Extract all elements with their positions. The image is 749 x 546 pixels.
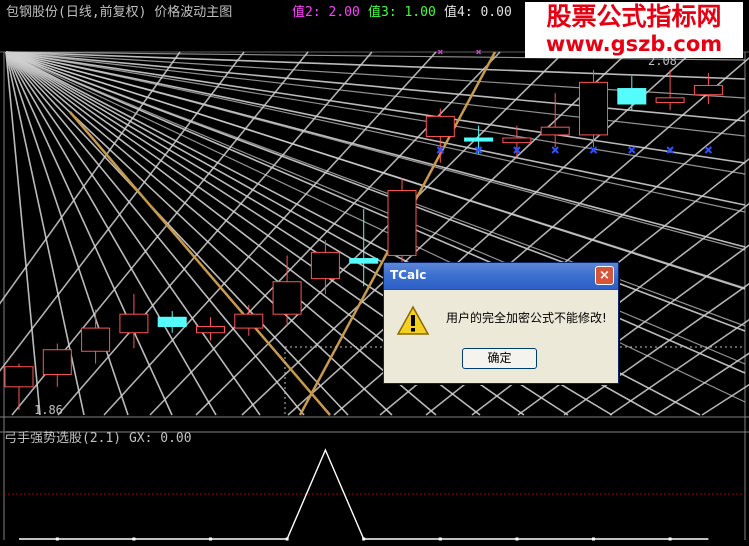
price-chart: 2.08 1.86 <box>0 49 749 541</box>
signal-point <box>438 537 442 541</box>
value4-readout: 值4: 0.00 <box>444 5 512 20</box>
app-window: 2.08 1.86 包钢股份(日线,前复权) 价格波动主图 值2: 2.00 值… <box>0 0 749 546</box>
tcalc-dialog: TCalc × 用户的完全加密公式不能修改! 确定 <box>383 262 619 384</box>
candle-body-up <box>42 349 72 375</box>
signal-point <box>132 537 136 541</box>
value3-readout: 值3: 1.00 <box>368 5 436 20</box>
candle-body-up <box>234 313 264 329</box>
candle-body-up <box>655 97 685 103</box>
gann-fan-grid <box>0 51 749 540</box>
candle-body-up <box>502 137 532 144</box>
chart-title: 包钢股份(日线,前复权) 价格波动主图 <box>6 5 233 20</box>
candle-body-down <box>349 258 379 264</box>
signal-point <box>285 537 289 541</box>
dialog-message: 用户的完全加密公式不能修改! <box>446 311 607 325</box>
signal-point <box>362 537 366 541</box>
signal-point <box>209 537 212 541</box>
signal-point <box>668 537 672 541</box>
close-button[interactable]: × <box>595 266 614 285</box>
candle-body-down <box>464 137 494 142</box>
sub-chart-label: 弓手强势选股(2.1) GX: 0.00 <box>4 431 192 446</box>
candle-body-up <box>119 313 149 334</box>
candle-body-up <box>272 281 302 315</box>
candle-body-up <box>387 190 417 256</box>
watermark-url: www.gszb.com <box>545 32 723 56</box>
fan-ray <box>5 51 41 416</box>
candle-body-down <box>157 316 187 328</box>
warning-icon <box>396 305 430 335</box>
signal-point <box>592 537 595 541</box>
buy-marker <box>551 146 559 154</box>
candle-body-up <box>310 251 340 280</box>
buy-marker <box>704 146 713 154</box>
buy-marker <box>628 146 636 154</box>
buy-marker <box>589 146 598 154</box>
ok-button[interactable]: 确定 <box>462 348 537 369</box>
sub-chart <box>19 448 709 541</box>
dialog-titlebar[interactable]: TCalc × <box>384 263 618 290</box>
signal-point <box>55 537 59 541</box>
candle-body-up <box>81 327 111 352</box>
candle-body-up <box>693 84 723 96</box>
candle-body-up <box>4 366 34 388</box>
watermark-title: 股票公式指标网 <box>546 2 722 31</box>
price-low-label: 1.86 <box>34 403 63 417</box>
dialog-title: TCalc <box>390 268 427 282</box>
candle-body-up <box>579 81 608 136</box>
site-watermark: 股票公式指标网 www.gszb.com <box>525 2 743 58</box>
candle-body-up <box>540 126 570 136</box>
signal-point <box>515 537 519 541</box>
candle-body-down <box>617 88 647 105</box>
value2-readout: 值2: 2.00 <box>292 5 360 20</box>
candle-body-up <box>196 326 225 334</box>
candle-body-up <box>425 115 455 137</box>
